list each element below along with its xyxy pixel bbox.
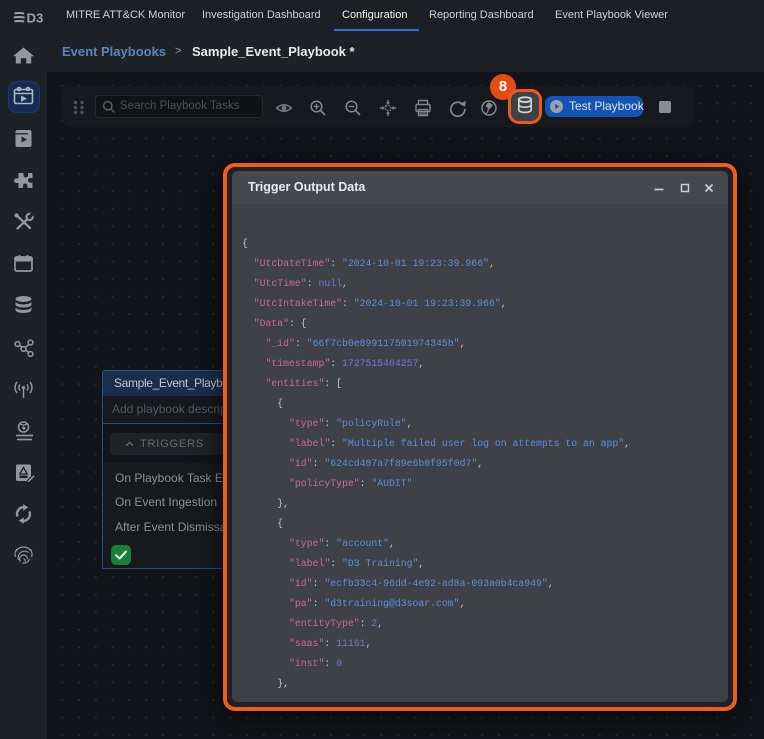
svg-text:D3: D3 — [27, 12, 44, 23]
